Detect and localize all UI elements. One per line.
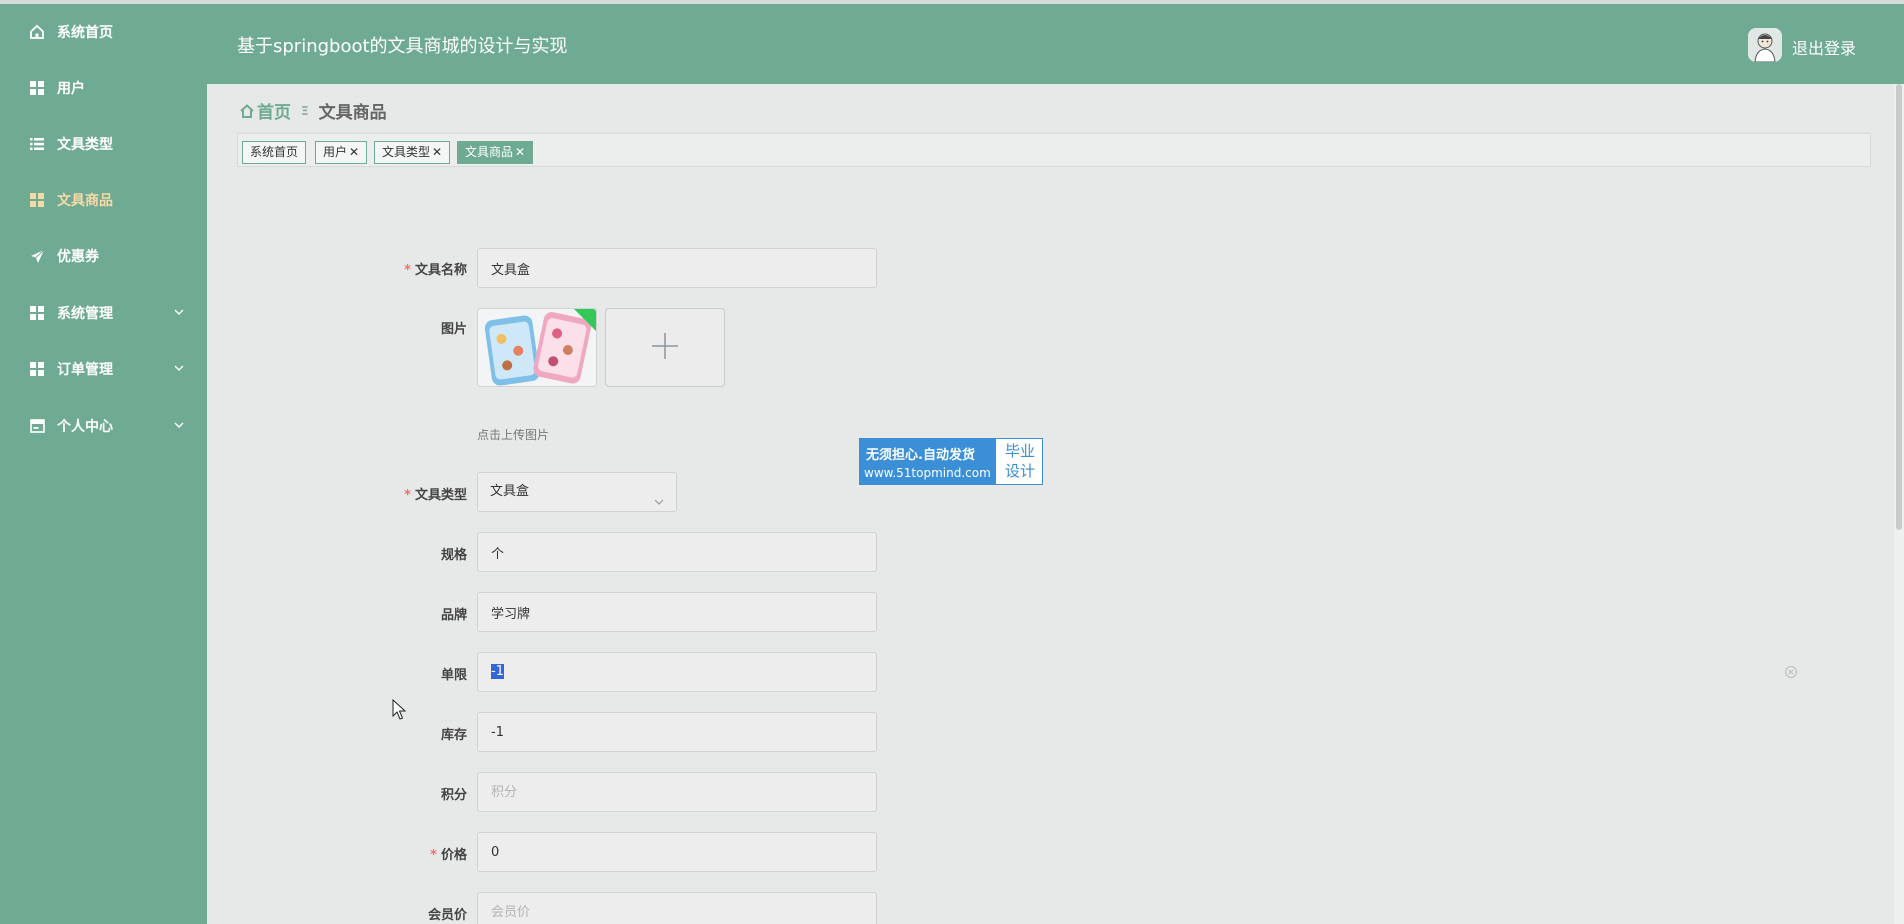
required-mark: *	[404, 263, 411, 278]
image-upload-button[interactable]	[605, 308, 725, 387]
sidebar-item-personal-center[interactable]: 个人中心	[0, 406, 207, 446]
sidebar-item-label: 文具商品	[57, 193, 113, 209]
watermark-right: 毕业设计	[1004, 442, 1035, 480]
clear-circle-icon[interactable]	[1784, 664, 1798, 678]
scrollbar-thumb[interactable]	[1896, 84, 1902, 530]
label-text: 品牌	[440, 608, 467, 623]
chevron-down-icon	[173, 306, 185, 318]
breadcrumb-home[interactable]: 首页	[239, 98, 291, 123]
tag-stationery-goods[interactable]: 文具商品 ✕	[457, 141, 534, 164]
label-text: 文具类型	[414, 488, 467, 503]
label-image: 图片	[347, 318, 467, 337]
grid-icon	[29, 361, 45, 377]
price-input[interactable]	[477, 832, 877, 872]
sidebar-item-system-management[interactable]: 系统管理	[0, 293, 207, 333]
label-text: 积分	[440, 788, 467, 803]
sidebar-item-stationery-goods[interactable]: 文具商品	[0, 180, 207, 220]
logout-link[interactable]: 退出登录	[1792, 35, 1856, 59]
label-text: 单限	[440, 668, 467, 683]
breadcrumb-current: 文具商品	[318, 103, 387, 123]
label-member-price: 会员价	[347, 904, 467, 923]
label-text: 文具名称	[414, 263, 467, 278]
member-price-input[interactable]	[477, 892, 877, 924]
mouse-cursor-icon	[392, 698, 407, 721]
tag-users[interactable]: 用户 ✕	[315, 141, 368, 164]
send-icon	[29, 248, 45, 264]
close-icon[interactable]: ✕	[432, 145, 442, 159]
label-text: 价格	[440, 848, 467, 863]
sidebar-item-order-management[interactable]: 订单管理	[0, 349, 207, 389]
sidebar-item-home[interactable]: 系统首页	[0, 12, 207, 52]
sidebar-item-label: 系统首页	[57, 25, 113, 41]
label-type: * 文具类型	[347, 484, 467, 503]
watermark-left: 无须担心.自动发货 www.51topmind.com	[860, 439, 996, 484]
close-icon[interactable]: ✕	[349, 145, 359, 159]
sidebar-item-label: 订单管理	[57, 362, 113, 378]
limit-input[interactable]: -1	[477, 652, 877, 692]
label-limit: 单限	[347, 664, 467, 683]
sidebar-item-stationery-type[interactable]: 文具类型	[0, 124, 207, 164]
tag-stationery-type[interactable]: 文具类型 ✕	[374, 141, 451, 164]
tag-label: 文具类型	[382, 145, 431, 159]
label-price: * 价格	[347, 844, 467, 863]
tag-label: 文具商品	[465, 145, 514, 159]
chevron-down-icon	[173, 419, 185, 431]
sidebar-item-label: 用户	[57, 81, 85, 97]
card-icon	[29, 418, 45, 434]
sidebar-item-label: 优惠券	[57, 249, 99, 265]
sidebar-item-users[interactable]: 用户	[0, 68, 207, 108]
grid-icon	[29, 80, 45, 96]
stock-input[interactable]	[477, 712, 877, 752]
chevron-down-icon	[653, 486, 665, 505]
label-name: * 文具名称	[347, 259, 467, 278]
spec-input[interactable]	[477, 532, 877, 572]
tag-label: 用户	[323, 145, 348, 159]
plus-icon	[651, 332, 679, 364]
label-text: 规格	[440, 548, 467, 563]
required-mark: *	[404, 488, 411, 503]
limit-input-selected-text: -1	[491, 664, 504, 679]
chevron-down-icon	[173, 362, 185, 374]
site-title: 基于springboot的文具商城的设计与实现	[237, 36, 568, 57]
label-spec: 规格	[347, 544, 467, 563]
list-icon	[29, 136, 45, 152]
breadcrumb-home-label: 首页	[257, 103, 291, 123]
breadcrumb-separator: Ξ	[301, 103, 309, 118]
avatar[interactable]	[1748, 28, 1782, 62]
label-stock: 库存	[347, 724, 467, 743]
required-mark: *	[430, 848, 437, 863]
watermark-line2: www.51topmind.com	[864, 466, 991, 480]
type-select-value: 文具盒	[490, 484, 530, 499]
sidebar-item-label: 系统管理	[57, 306, 113, 322]
brand-input[interactable]	[477, 592, 877, 632]
tag-label: 系统首页	[250, 145, 299, 159]
home-icon	[239, 103, 255, 119]
home-icon	[29, 24, 45, 40]
watermark-line1: 无须担心.自动发货	[866, 448, 975, 463]
sidebar-item-label: 文具类型	[57, 137, 113, 153]
close-icon[interactable]: ✕	[515, 145, 525, 159]
uploaded-image-thumbnail[interactable]	[477, 308, 597, 387]
grid-icon	[29, 305, 45, 321]
type-select[interactable]: 文具盒	[477, 472, 677, 512]
top-header: 基于springboot的文具商城的设计与实现 退出登录	[207, 4, 1904, 84]
tags-view-bar: 系统首页 用户 ✕ 文具类型 ✕ 文具商品 ✕	[237, 133, 1871, 167]
upload-tip: 点击上传图片	[477, 428, 550, 442]
label-brand: 品牌	[347, 604, 467, 623]
label-text: 库存	[440, 728, 467, 743]
label-text: 会员价	[427, 908, 467, 923]
breadcrumb: 首页 Ξ 文具商品	[239, 98, 387, 123]
sidebar-item-label: 个人中心	[57, 419, 113, 435]
name-input[interactable]	[477, 248, 877, 288]
points-input[interactable]	[477, 772, 877, 812]
grid-icon	[29, 192, 45, 208]
sidebar: 系统首页 用户 文具类型 文具商品 优惠券 系统管理 订单管理 个人中心	[0, 4, 207, 924]
tag-home[interactable]: 系统首页	[242, 141, 307, 164]
sidebar-item-coupon[interactable]: 优惠券	[0, 236, 207, 276]
watermark-badge: 无须担心.自动发货 www.51topmind.com 毕业设计	[859, 438, 1043, 485]
label-points: 积分	[347, 784, 467, 803]
label-text: 图片	[440, 322, 467, 337]
